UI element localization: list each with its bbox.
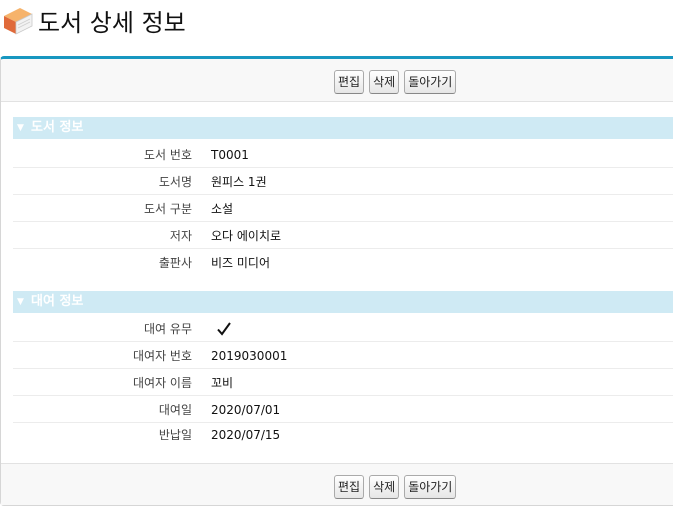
loan-section-header[interactable]: ▼ 대여 정보 xyxy=(13,291,673,313)
book-section-title: 도서 정보 xyxy=(31,120,84,135)
collapse-triangle-icon: ▼ xyxy=(17,297,24,307)
book-icon xyxy=(4,8,33,35)
field-row-book-number: 도서 번호 T0001 xyxy=(13,142,673,168)
top-button-bar: 편집 삭제 돌아가기 xyxy=(1,59,673,102)
edit-button[interactable]: 편집 xyxy=(334,475,365,499)
checkmark-icon xyxy=(217,322,231,336)
field-row-book-title: 도서명 원피스 1권 xyxy=(13,169,673,195)
field-label: 도서명 xyxy=(158,175,192,189)
back-button[interactable]: 돌아가기 xyxy=(404,475,457,499)
field-row-return-date: 반납일 2020/07/15 xyxy=(13,422,673,448)
field-row-loaned: 대여 유무 xyxy=(13,316,673,342)
field-value: T0001 xyxy=(211,148,249,162)
field-row-author: 저자 오다 에이치로 xyxy=(13,223,673,249)
field-label: 대여자 이름 xyxy=(132,376,192,390)
book-section-header[interactable]: ▼ 도서 정보 xyxy=(13,117,673,139)
field-value: 2020/07/01 xyxy=(211,403,281,417)
field-value: 2020/07/15 xyxy=(211,428,281,442)
field-value: 오다 에이치로 xyxy=(211,229,282,243)
detail-panel: 편집 삭제 돌아가기 ▼ 도서 정보 도서 번호 T0001 도서명 원피스 1… xyxy=(0,56,673,506)
field-row-borrower-name: 대여자 이름 꼬비 xyxy=(13,370,673,396)
field-label: 대여 유무 xyxy=(144,322,192,336)
collapse-triangle-icon: ▼ xyxy=(17,123,24,133)
field-value: 2019030001 xyxy=(211,349,288,363)
field-label: 대여자 번호 xyxy=(132,349,192,363)
field-value: 비즈 미디어 xyxy=(211,256,271,270)
field-label: 반납일 xyxy=(158,428,192,442)
field-label: 대여일 xyxy=(158,403,192,417)
delete-button[interactable]: 삭제 xyxy=(369,475,400,499)
field-label: 저자 xyxy=(169,229,192,243)
field-row-book-category: 도서 구분 소설 xyxy=(13,196,673,222)
field-label: 도서 구분 xyxy=(144,202,192,216)
field-row-publisher: 출판사 비즈 미디어 xyxy=(13,250,673,276)
field-value: 꼬비 xyxy=(211,376,234,390)
field-label: 도서 번호 xyxy=(144,148,192,162)
top-button-group: 편집 삭제 돌아가기 xyxy=(334,70,457,94)
page-title: 도서 상세 정보 xyxy=(38,9,186,37)
bottom-button-group: 편집 삭제 돌아가기 xyxy=(334,475,457,499)
page-header: 도서 상세 정보 xyxy=(0,0,673,50)
field-row-loan-date: 대여일 2020/07/01 xyxy=(13,397,673,423)
field-row-borrower-number: 대여자 번호 2019030001 xyxy=(13,343,673,369)
bottom-button-bar: 편집 삭제 돌아가기 xyxy=(1,463,673,505)
field-label: 출판사 xyxy=(158,256,192,270)
field-value: 원피스 1권 xyxy=(211,175,267,189)
back-button[interactable]: 돌아가기 xyxy=(404,70,457,94)
field-value: 소설 xyxy=(211,202,234,216)
loan-section-title: 대여 정보 xyxy=(31,294,84,309)
delete-button[interactable]: 삭제 xyxy=(369,70,400,94)
edit-button[interactable]: 편집 xyxy=(334,70,365,94)
